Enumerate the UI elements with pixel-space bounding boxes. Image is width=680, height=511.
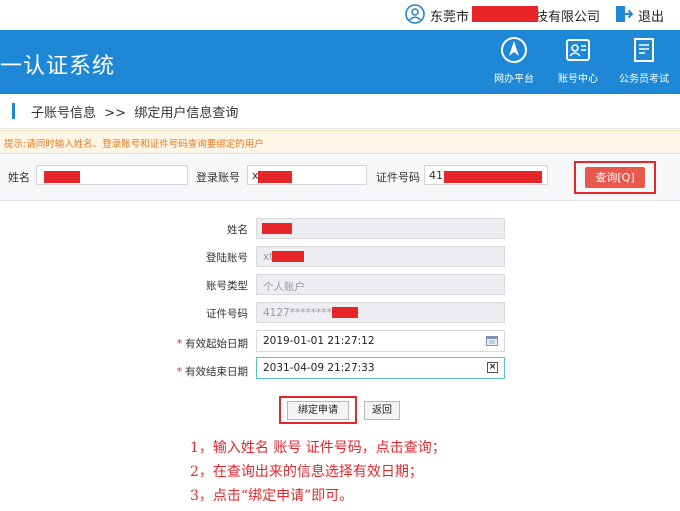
form-end-label: * 有效结束日期 (58, 364, 248, 379)
top-bar: 东莞市 技有限公司 退出 (0, 0, 680, 30)
end-date-value: 2031-04-09 21:27:33 (263, 362, 375, 374)
nav-label: 公务员考试 (619, 74, 669, 85)
breadcrumb-current: 绑定用户信息查询 (134, 106, 239, 121)
form-name-field (256, 218, 505, 239)
required-mark: * (176, 366, 182, 378)
breadcrumb-text: 子账号信息 >> 绑定用户信息查询 (31, 102, 238, 121)
start-date-value: 2019-01-01 21:27:12 (263, 335, 375, 347)
start-date-input[interactable]: 2019-01-01 21:27:12 (256, 330, 505, 352)
tip-text: 提示:请同时输入姓名、登录账号和证件号码查询要绑定的用户 (4, 139, 264, 150)
end-date-input[interactable]: 2031-04-09 21:27:33 × (256, 357, 505, 379)
redaction-mark (444, 171, 542, 183)
back-button[interactable]: 返回 (364, 401, 400, 420)
instruction-note-2: 2，在查询出来的信息选择有效日期； (190, 464, 423, 480)
clear-icon[interactable]: × (487, 362, 498, 373)
search-name-label: 姓名 (8, 171, 30, 184)
form-id-label: 证件号码 (206, 308, 248, 320)
query-button[interactable]: 查询[Q] (585, 167, 645, 188)
nav-civil-exam[interactable]: 公务员考试 (616, 30, 672, 94)
redaction-mark (332, 307, 358, 318)
app-header: 一认证系统 网办平台 账号中心 公务员考试 (0, 30, 680, 94)
form-start-label-text: 有效起始日期 (185, 338, 248, 350)
user-icon (405, 4, 425, 24)
search-id-label: 证件号码 (376, 171, 420, 184)
form-account-label: 登陆账号 (206, 252, 248, 264)
form-type-field: 个人账户 (256, 274, 505, 295)
form-start-label: * 有效起始日期 (58, 336, 248, 351)
system-title: 一认证系统 (0, 54, 116, 79)
breadcrumb: 子账号信息 >> 绑定用户信息查询 (0, 94, 680, 129)
exam-paper-icon (634, 38, 654, 62)
required-mark: * (176, 338, 182, 350)
breadcrumb-separator: >> (104, 106, 127, 121)
redaction-mark (258, 171, 292, 183)
breadcrumb-accent (12, 103, 15, 119)
redaction-mark (262, 223, 292, 234)
id-card-icon (566, 39, 590, 61)
instruction-note-3: 3，点击“绑定申请”即可。 (190, 488, 354, 504)
nav-label: 账号中心 (558, 74, 598, 85)
tip-banner: 提示:请同时输入姓名、登录账号和证件号码查询要绑定的用户 (0, 130, 680, 154)
nav-account-center[interactable]: 账号中心 (550, 30, 606, 94)
nav-label: 网办平台 (494, 74, 534, 85)
form-type-label: 账号类型 (206, 280, 248, 292)
calendar-icon[interactable] (486, 335, 498, 346)
redaction-mark (272, 251, 304, 262)
form-end-label-text: 有效结束日期 (185, 366, 248, 378)
form-id-field: 4127********* (256, 302, 505, 323)
form-name-label: 姓名 (227, 224, 248, 236)
logout-icon[interactable] (615, 5, 633, 23)
redaction-mark (472, 6, 538, 22)
logout-link[interactable]: 退出 (638, 6, 664, 25)
instruction-note-1: 1，输入姓名 账号 证件号码，点击查询； (190, 440, 446, 456)
search-account-label: 登录账号 (196, 171, 240, 184)
compass-icon (501, 37, 527, 63)
bind-apply-button[interactable]: 绑定申请 (287, 401, 349, 420)
redaction-mark (44, 171, 80, 183)
nav-online-platform[interactable]: 网办平台 (486, 30, 542, 94)
breadcrumb-parent[interactable]: 子账号信息 (31, 106, 96, 121)
